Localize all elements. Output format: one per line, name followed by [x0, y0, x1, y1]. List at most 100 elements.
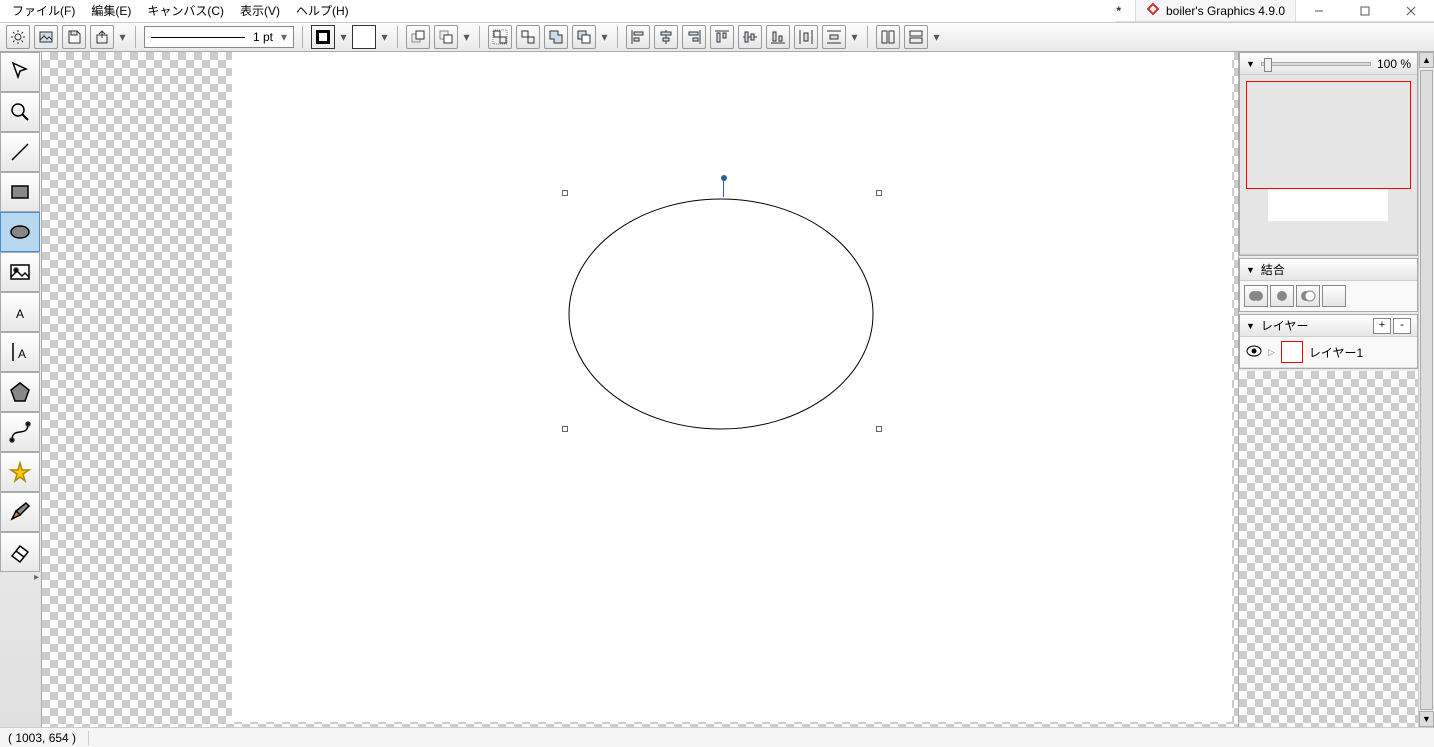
stroke-width-label: 1 pt: [253, 30, 273, 44]
image-button[interactable]: [34, 25, 58, 49]
menu-bar: ファイル(F) 編集(E) キャンバス(C) 表示(V) ヘルプ(H): [0, 0, 1116, 22]
combine-union-button[interactable]: [1244, 285, 1268, 307]
distribute-v-button[interactable]: [822, 25, 846, 49]
align-right-button[interactable]: [682, 25, 706, 49]
align-top-button[interactable]: [710, 25, 734, 49]
rotation-handle[interactable]: [721, 175, 727, 181]
export-button[interactable]: [90, 25, 114, 49]
app-title-tab: boiler's Graphics 4.9.0: [1135, 0, 1296, 21]
collapse-icon[interactable]: ▼: [1246, 59, 1255, 69]
dropdown-icon[interactable]: ▾: [339, 25, 348, 49]
vertical-scrollbar[interactable]: ▲ ▼: [1418, 52, 1434, 727]
brush-tool[interactable]: [0, 492, 40, 532]
svg-text:A: A: [16, 307, 24, 321]
text-tool[interactable]: A: [0, 292, 40, 332]
layer-expand-icon[interactable]: ▷: [1268, 347, 1275, 358]
title-bar: ファイル(F) 編集(E) キャンバス(C) 表示(V) ヘルプ(H) * bo…: [0, 0, 1434, 22]
selection-handle-ne[interactable]: [876, 190, 882, 196]
collapse-icon[interactable]: ▼: [1246, 321, 1255, 331]
layer-visibility-icon[interactable]: [1246, 345, 1262, 360]
menu-file[interactable]: ファイル(F): [4, 0, 83, 21]
save-button[interactable]: [62, 25, 86, 49]
menu-edit[interactable]: 編集(E): [83, 0, 139, 21]
panel-empty-area: [1239, 371, 1418, 727]
same-height-button[interactable]: [904, 25, 928, 49]
navigator-panel: ▼ 100 %: [1239, 52, 1418, 256]
union-button[interactable]: [544, 25, 568, 49]
zoom-slider[interactable]: [1261, 62, 1371, 66]
vertical-text-tool[interactable]: A: [0, 332, 40, 372]
scroll-thumb[interactable]: [1420, 70, 1433, 710]
menu-canvas[interactable]: キャンバス(C): [139, 0, 232, 21]
same-width-button[interactable]: [876, 25, 900, 49]
stroke-width-selector[interactable]: 1 pt ▾: [144, 26, 294, 48]
svg-text:A: A: [18, 347, 26, 361]
status-bar: ( 1003, 654 ): [0, 727, 1434, 747]
stroke-color-swatch[interactable]: [311, 25, 335, 49]
layers-panel: ▼ レイヤー + - ▷ レイヤー1: [1239, 314, 1418, 369]
options-bar: ▾ 1 pt ▾ ▾ ▾ ▾ ▾ ▾ ▾: [0, 22, 1434, 52]
fill-color-swatch[interactable]: [352, 25, 376, 49]
select-tool[interactable]: [0, 52, 40, 92]
dropdown-icon[interactable]: ▾: [118, 25, 127, 49]
maximize-button[interactable]: [1342, 0, 1388, 21]
toolbox: A A ▸: [0, 52, 42, 727]
align-middle-v-button[interactable]: [738, 25, 762, 49]
group-button[interactable]: [488, 25, 512, 49]
image-tool[interactable]: [0, 252, 40, 292]
dropdown-icon[interactable]: ▾: [462, 25, 471, 49]
polygon-tool[interactable]: [0, 372, 40, 412]
remove-layer-button[interactable]: -: [1393, 318, 1411, 334]
menu-view[interactable]: 表示(V): [232, 0, 288, 21]
canvas-area[interactable]: [42, 52, 1238, 727]
star-tool[interactable]: [0, 452, 40, 492]
line-tool[interactable]: [0, 132, 40, 172]
bring-front-button[interactable]: [406, 25, 430, 49]
minimize-button[interactable]: [1296, 0, 1342, 21]
align-bottom-button[interactable]: [766, 25, 790, 49]
navigator-view[interactable]: [1240, 75, 1417, 255]
distribute-h-button[interactable]: [794, 25, 818, 49]
layer-thumbnail: [1281, 341, 1303, 363]
bring-forward-button[interactable]: [434, 25, 458, 49]
combine-xor-button[interactable]: [1296, 285, 1320, 307]
layer-name: レイヤー1: [1309, 344, 1363, 361]
combine-intersect-button[interactable]: [1270, 285, 1294, 307]
ungroup-button[interactable]: [516, 25, 540, 49]
scroll-down-icon[interactable]: ▼: [1419, 711, 1434, 727]
toolbox-expand-icon[interactable]: ▸: [0, 572, 41, 583]
close-button[interactable]: [1388, 0, 1434, 21]
settings-button[interactable]: [6, 25, 30, 49]
rotation-handle-line: [723, 181, 724, 197]
layers-panel-title: レイヤー: [1261, 317, 1309, 334]
dropdown-icon[interactable]: ▾: [380, 25, 389, 49]
eraser-tool[interactable]: [0, 532, 40, 572]
combine-panel: ▼ 結合: [1239, 258, 1418, 312]
align-left-button[interactable]: [626, 25, 650, 49]
dropdown-icon[interactable]: ▾: [600, 25, 609, 49]
zoom-tool[interactable]: [0, 92, 40, 132]
menu-help[interactable]: ヘルプ(H): [288, 0, 357, 21]
app-title: boiler's Graphics 4.9.0: [1166, 4, 1285, 18]
bezier-tool[interactable]: [0, 412, 40, 452]
combine-panel-title: 結合: [1261, 261, 1285, 278]
selection-handle-se[interactable]: [876, 426, 882, 432]
align-center-h-button[interactable]: [654, 25, 678, 49]
workspace: A A ▸ ▼ 100 %: [0, 52, 1434, 727]
selection-handle-nw[interactable]: [562, 190, 568, 196]
selection-handle-sw[interactable]: [562, 426, 568, 432]
canvas-page[interactable]: [232, 52, 1232, 722]
ellipse-tool[interactable]: [0, 212, 40, 252]
combine-subtract-button[interactable]: [1322, 285, 1346, 307]
scroll-up-icon[interactable]: ▲: [1419, 52, 1434, 68]
collapse-icon[interactable]: ▼: [1246, 265, 1255, 275]
layer-row[interactable]: ▷ レイヤー1: [1240, 337, 1417, 368]
dropdown-icon[interactable]: ▾: [850, 25, 859, 49]
app-logo-icon: [1146, 2, 1160, 19]
dropdown-icon[interactable]: ▾: [932, 25, 941, 49]
subtract-button[interactable]: [572, 25, 596, 49]
rectangle-tool[interactable]: [0, 172, 40, 212]
panels: ▼ 100 % ▼ 結合: [1238, 52, 1418, 727]
add-layer-button[interactable]: +: [1373, 318, 1391, 334]
ellipse-shape[interactable]: [567, 197, 875, 431]
